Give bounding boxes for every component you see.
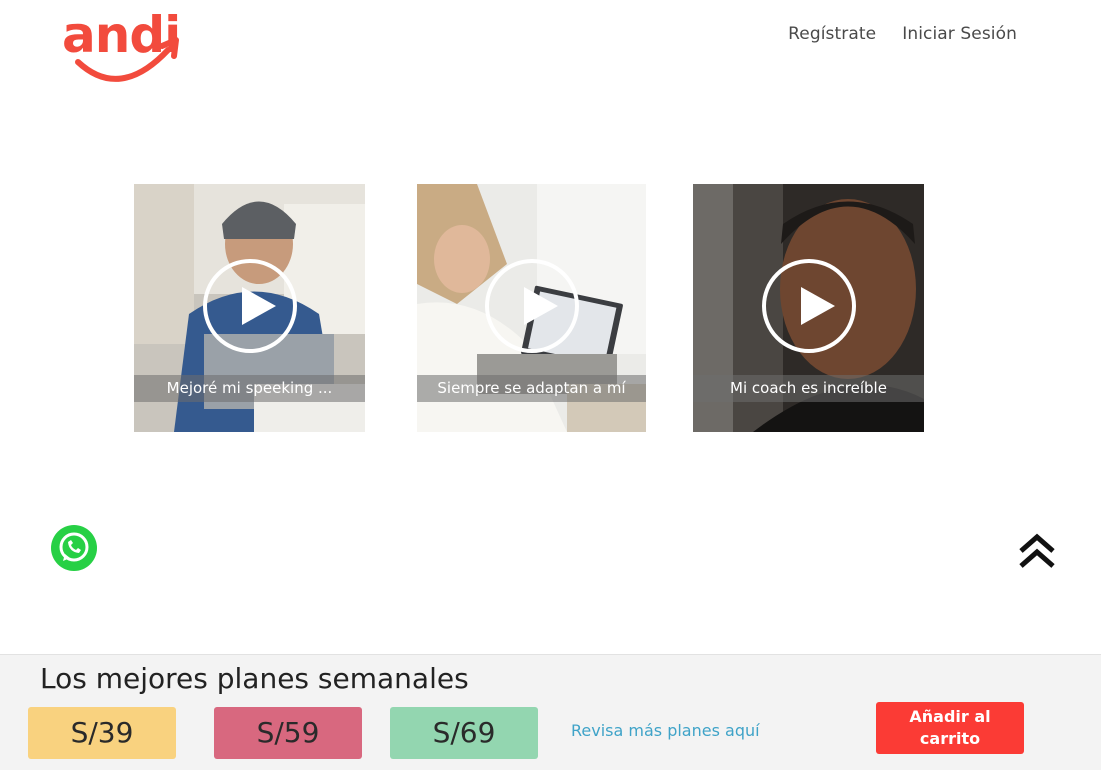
- add-to-cart-button[interactable]: Añadir al carrito: [876, 702, 1024, 754]
- plan-price: S/59: [256, 716, 320, 749]
- top-nav: Regístrate Iniciar Sesión: [788, 24, 1017, 44]
- testimonial-caption-3: Mi coach es increíble: [693, 375, 924, 402]
- register-link[interactable]: Regístrate: [788, 24, 876, 44]
- play-icon[interactable]: [761, 259, 856, 353]
- play-icon[interactable]: [202, 259, 297, 353]
- whatsapp-icon[interactable]: [51, 525, 97, 571]
- weekly-plans-bar: Los mejores planes semanales S/39 S/59 S…: [0, 654, 1101, 770]
- double-chevron-up-icon[interactable]: [1017, 532, 1057, 572]
- testimonial-caption-2: Siempre se adaptan a mí: [417, 375, 646, 402]
- testimonial-video-2[interactable]: Siempre se adaptan a mí: [417, 184, 646, 432]
- plan-price: S/39: [70, 716, 134, 749]
- more-plans-link[interactable]: Revisa más planes aquí: [571, 721, 760, 740]
- scroll-top-glyph: [1019, 533, 1055, 568]
- plan-59-button[interactable]: S/59: [214, 707, 362, 759]
- whatsapp-glyph: [59, 532, 89, 562]
- testimonial-video-1[interactable]: Mejoré mi speeking ...: [134, 184, 365, 432]
- plans-title: Los mejores planes semanales: [40, 662, 469, 695]
- plan-price: S/69: [432, 716, 496, 749]
- page: andi Regístrate Iniciar Sesión Mejoré mi…: [0, 0, 1101, 770]
- plan-69-button[interactable]: S/69: [390, 707, 538, 759]
- plan-39-button[interactable]: S/39: [28, 707, 176, 759]
- play-icon[interactable]: [484, 259, 579, 353]
- testimonial-caption-1: Mejoré mi speeking ...: [134, 375, 365, 402]
- login-link[interactable]: Iniciar Sesión: [902, 24, 1017, 44]
- testimonial-video-3[interactable]: Mi coach es increíble: [693, 184, 924, 432]
- logo-smile-arrow: [75, 37, 179, 82]
- andi-logo[interactable]: andi: [58, 6, 190, 86]
